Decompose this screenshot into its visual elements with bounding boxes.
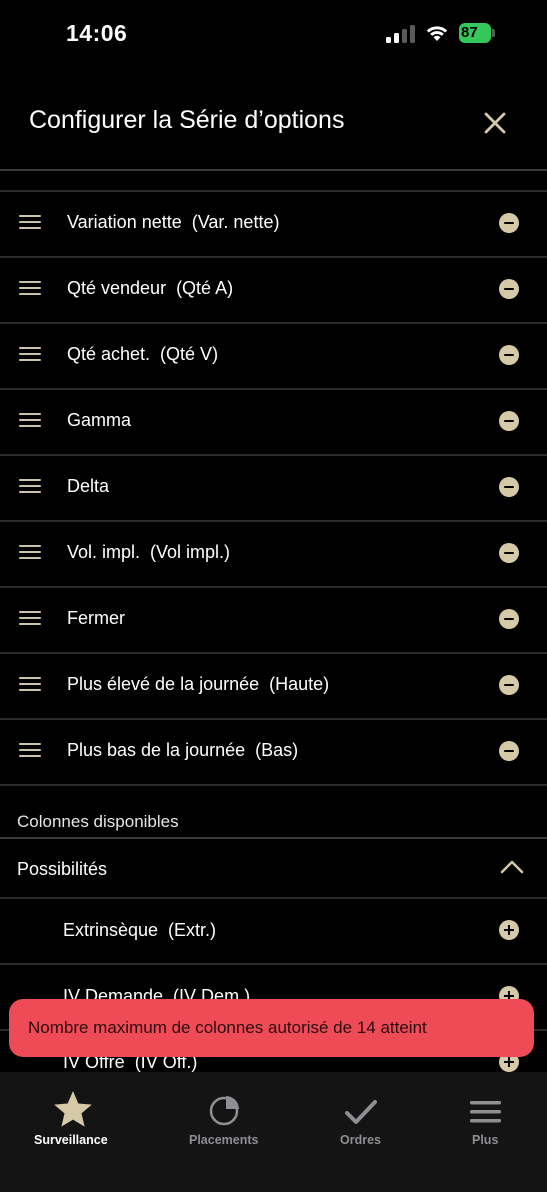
battery-icon: 87 [459, 23, 495, 43]
column-label: Fermer [67, 608, 125, 628]
checkmark-icon [345, 1100, 377, 1124]
remove-icon[interactable] [499, 279, 519, 299]
column-label: Vol. impl. (Vol impl.) [67, 542, 231, 562]
header-divider [0, 169, 547, 171]
list-item[interactable]: Plus élevé de la journée (Haute) [0, 652, 547, 718]
status-bar: 14:06 87 [0, 0, 547, 68]
tab-placements[interactable]: Placements [175, 1072, 275, 1152]
star-icon [54, 1091, 92, 1127]
chevron-up-icon[interactable] [500, 859, 524, 875]
page-title: Configurer la Série d’options [29, 106, 345, 134]
drag-handle-icon[interactable] [19, 281, 41, 297]
header: Configurer la Série d’options [0, 70, 547, 170]
drag-handle-icon[interactable] [19, 677, 41, 693]
tab-surveillance[interactable]: Surveillance [0, 1072, 145, 1152]
available-columns-heading: Colonnes disponibles [17, 812, 179, 831]
status-time: 14:06 [66, 20, 128, 46]
menu-icon [470, 1101, 501, 1123]
error-toast[interactable]: Nombre maximum de colonnes autorisé de 1… [9, 999, 534, 1057]
drag-handle-icon[interactable] [19, 743, 41, 759]
list-item[interactable]: Plus bas de la journée (Bas) [0, 718, 547, 786]
remove-icon[interactable] [499, 609, 519, 629]
close-icon[interactable] [482, 110, 508, 136]
tab-label: Ordres [340, 1133, 381, 1147]
pie-chart-icon [209, 1096, 239, 1126]
available-column-label: Extrinsèque (Extr.) [63, 920, 217, 940]
remove-icon[interactable] [499, 543, 519, 563]
group-header-possibilites[interactable]: Possibilités [0, 839, 547, 897]
list-item[interactable]: Delta [0, 454, 547, 520]
column-label: Plus élevé de la journée (Haute) [67, 674, 330, 694]
list-item[interactable]: Fermer [0, 586, 547, 652]
tab-ordres[interactable]: Ordres [320, 1072, 400, 1152]
tab-label: Placements [189, 1133, 259, 1147]
column-label: Qté vendeur (Qté A) [67, 278, 234, 298]
drag-handle-icon[interactable] [19, 611, 41, 627]
column-label: Variation nette (Var. nette) [67, 212, 280, 232]
battery-level: 87 [459, 23, 491, 43]
group-label: Possibilités [17, 859, 108, 879]
toast-message: Nombre maximum de colonnes autorisé de 1… [28, 1018, 427, 1037]
column-label: Qté achet. (Qté V) [67, 344, 219, 364]
list-item[interactable]: Qté vendeur (Qté A) [0, 256, 547, 322]
list-item[interactable]: Gamma [0, 388, 547, 454]
remove-icon[interactable] [499, 675, 519, 695]
drag-handle-icon[interactable] [19, 479, 41, 495]
list-item[interactable]: Qté achet. (Qté V) [0, 322, 547, 388]
drag-handle-icon[interactable] [19, 347, 41, 363]
column-label: Plus bas de la journée (Bas) [67, 740, 299, 760]
list-item[interactable]: Vol. impl. (Vol impl.) [0, 520, 547, 586]
remove-icon[interactable] [499, 411, 519, 431]
tab-plus[interactable]: Plus [450, 1072, 520, 1152]
wifi-icon [426, 26, 448, 41]
remove-icon[interactable] [499, 477, 519, 497]
drag-handle-icon[interactable] [19, 545, 41, 561]
column-label: Delta [67, 476, 110, 496]
tab-label: Surveillance [34, 1133, 108, 1147]
tab-label: Plus [472, 1133, 499, 1147]
remove-icon[interactable] [499, 741, 519, 761]
tab-bar: Surveillance Placements Ordres Plus [0, 1072, 547, 1192]
list-item[interactable]: Variation nette (Var. nette) [0, 190, 547, 256]
signal-icon [386, 25, 416, 43]
remove-icon[interactable] [499, 213, 519, 233]
column-label: Gamma [67, 410, 132, 430]
drag-handle-icon[interactable] [19, 413, 41, 429]
add-icon[interactable] [499, 920, 519, 940]
drag-handle-icon[interactable] [19, 215, 41, 231]
remove-icon[interactable] [499, 345, 519, 365]
list-item[interactable]: Extrinsèque (Extr.) [0, 897, 547, 963]
